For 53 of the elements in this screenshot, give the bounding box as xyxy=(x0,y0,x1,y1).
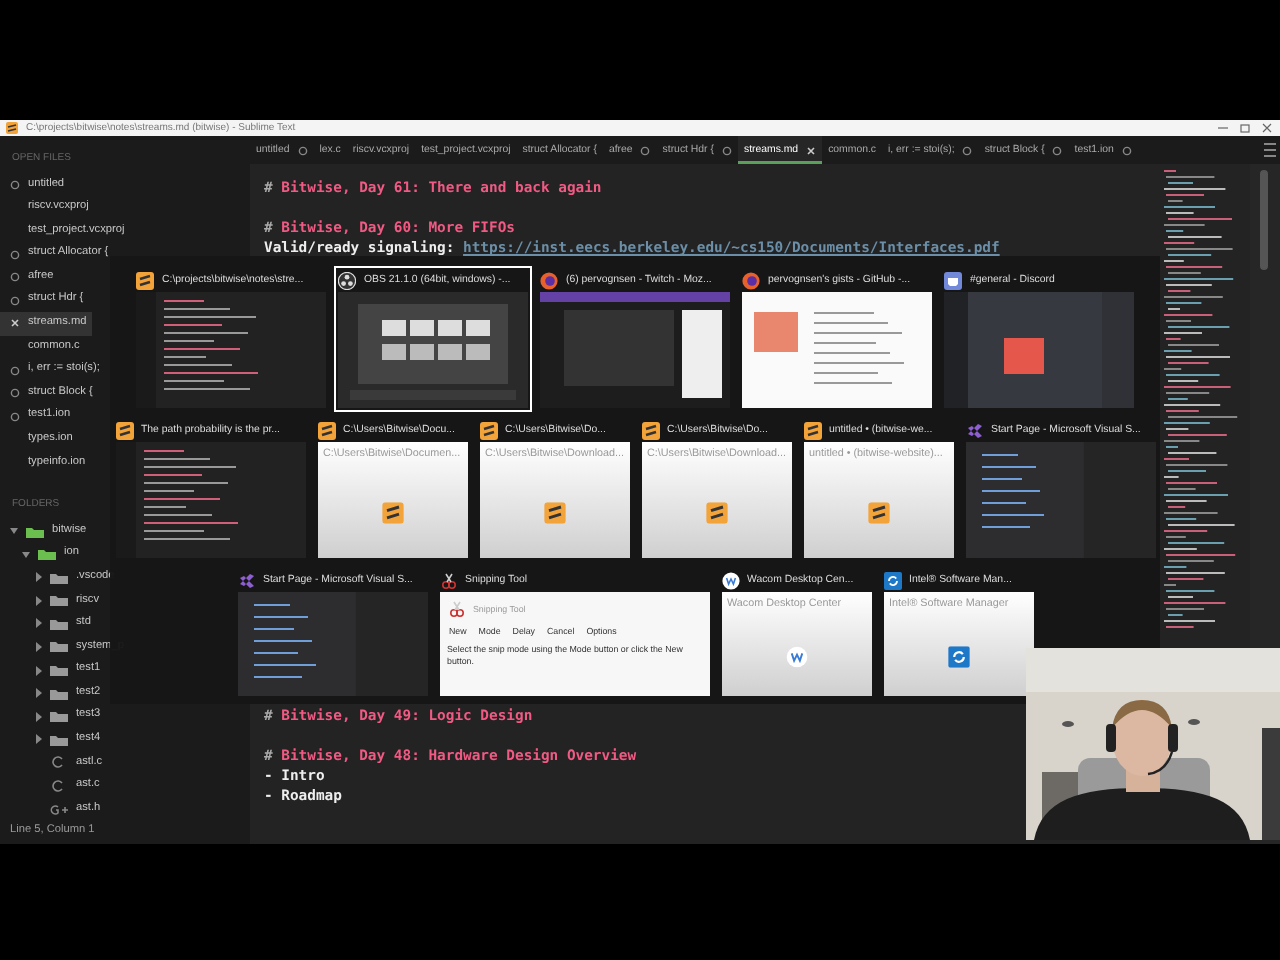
ribbon-app-icon xyxy=(237,572,255,590)
modified-dot-icon xyxy=(10,411,20,422)
modified-dot-icon xyxy=(297,145,308,155)
stripes-app-icon xyxy=(867,501,889,523)
wave-app-icon xyxy=(785,645,807,667)
arrows-app-icon xyxy=(947,645,969,667)
stripes-app-icon xyxy=(115,422,133,440)
collapsed-arrow-icon[interactable] xyxy=(34,572,42,583)
collapsed-arrow-icon[interactable] xyxy=(34,734,42,745)
modified-dot-icon xyxy=(1052,145,1063,155)
modified-dot-icon xyxy=(640,145,651,155)
stripes-app-icon xyxy=(317,422,335,440)
collapsed-arrow-icon[interactable] xyxy=(34,641,42,652)
collapsed-arrow-icon[interactable] xyxy=(34,618,42,629)
collapsed-arrow-icon[interactable] xyxy=(34,665,42,676)
chat-app-icon xyxy=(944,272,962,290)
collapsed-arrow-icon[interactable] xyxy=(34,595,42,606)
collapsed-arrow-icon[interactable] xyxy=(34,711,42,722)
modified-dot-icon xyxy=(10,295,20,306)
circles-app-icon xyxy=(338,272,356,290)
expanded-arrow-icon[interactable] xyxy=(22,549,30,560)
ribbon-app-icon xyxy=(965,422,983,440)
globe-app-icon xyxy=(742,272,760,290)
modified-dot-icon xyxy=(1121,145,1132,155)
arrows-app-icon xyxy=(883,572,901,590)
wave-app-icon xyxy=(721,572,739,590)
stripes-app-icon xyxy=(705,501,727,523)
window-preview[interactable] xyxy=(136,292,326,408)
modified-dot-icon xyxy=(721,145,732,155)
modified-dot-icon xyxy=(962,145,973,155)
stripes-app-icon xyxy=(381,501,403,523)
collapsed-arrow-icon[interactable] xyxy=(34,688,42,699)
header-file-icon xyxy=(50,803,68,816)
expanded-arrow-icon[interactable] xyxy=(10,526,18,537)
window-preview[interactable] xyxy=(115,442,305,558)
window-preview[interactable] xyxy=(338,292,528,408)
maximize-icon[interactable] xyxy=(1238,122,1252,134)
close-icon[interactable] xyxy=(1260,122,1274,134)
stripes-app-icon xyxy=(641,422,659,440)
modified-dot-icon xyxy=(10,365,20,376)
scissors-icon xyxy=(439,572,457,590)
modified-dot-icon xyxy=(10,272,20,283)
stripes-app-icon xyxy=(803,422,821,440)
stripes-app-icon xyxy=(136,272,154,290)
stripes-app-icon xyxy=(479,422,497,440)
globe-app-icon xyxy=(540,272,558,290)
modified-dot-icon xyxy=(10,179,20,190)
app-icon xyxy=(6,122,18,134)
scissors-icon xyxy=(447,600,465,618)
modified-dot-icon xyxy=(10,249,20,260)
stripes-app-icon xyxy=(543,501,565,523)
modified-dot-icon xyxy=(10,388,20,399)
window-preview[interactable] xyxy=(540,292,730,408)
